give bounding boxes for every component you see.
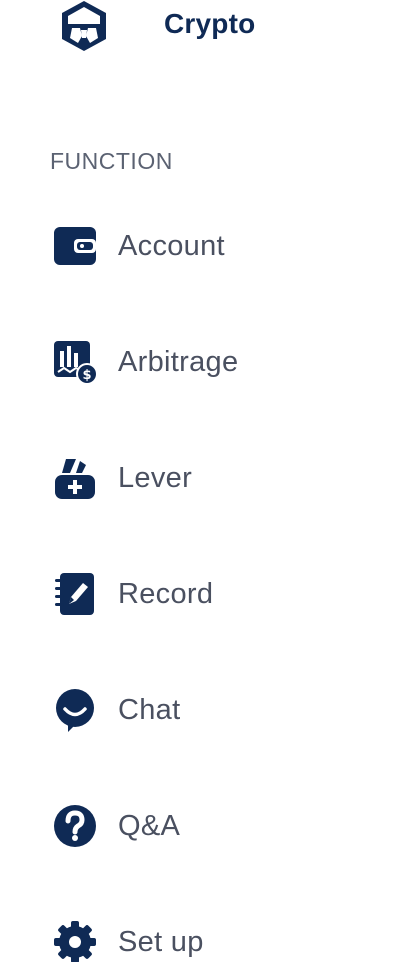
section-title: FUNCTION <box>50 148 173 174</box>
svg-text:$: $ <box>82 368 91 383</box>
sidebar-item-label: Arbitrage <box>118 345 239 378</box>
brand-name: Crypto <box>164 8 256 39</box>
wallet-icon <box>50 221 100 271</box>
gear-icon <box>50 917 100 962</box>
sidebar-item-label: Record <box>118 577 214 610</box>
sidebar-item-label: Q&A <box>118 809 181 842</box>
lever-plus-icon <box>50 453 100 503</box>
sidebar-item-chat[interactable]: Chat <box>44 678 364 742</box>
sidebar-item-account[interactable]: Account <box>44 214 364 278</box>
sidebar-item-label: Chat <box>118 693 181 726</box>
brand-header: Crypto <box>0 0 394 54</box>
question-icon <box>50 801 100 851</box>
sidebar-item-lever[interactable]: Lever <box>44 446 364 510</box>
chart-dollar-icon: $ <box>50 337 100 387</box>
sidebar-item-label: Set up <box>118 925 204 958</box>
notebook-pen-icon <box>50 569 100 619</box>
sidebar-item-arbitrage[interactable]: $ Arbitrage <box>44 330 364 394</box>
sidebar-item-record[interactable]: Record <box>44 562 364 626</box>
sidebar-page: Crypto FUNCTION Account $ Arbitrage Leve… <box>0 0 394 962</box>
chat-smile-icon <box>50 685 100 735</box>
sidebar-item-qa[interactable]: Q&A <box>44 794 364 858</box>
sidebar-item-setup[interactable]: Set up <box>44 910 364 962</box>
sidebar-item-label: Account <box>118 229 225 262</box>
crypto-shield-logo-icon[interactable] <box>58 0 110 52</box>
sidebar-item-label: Lever <box>118 461 193 494</box>
